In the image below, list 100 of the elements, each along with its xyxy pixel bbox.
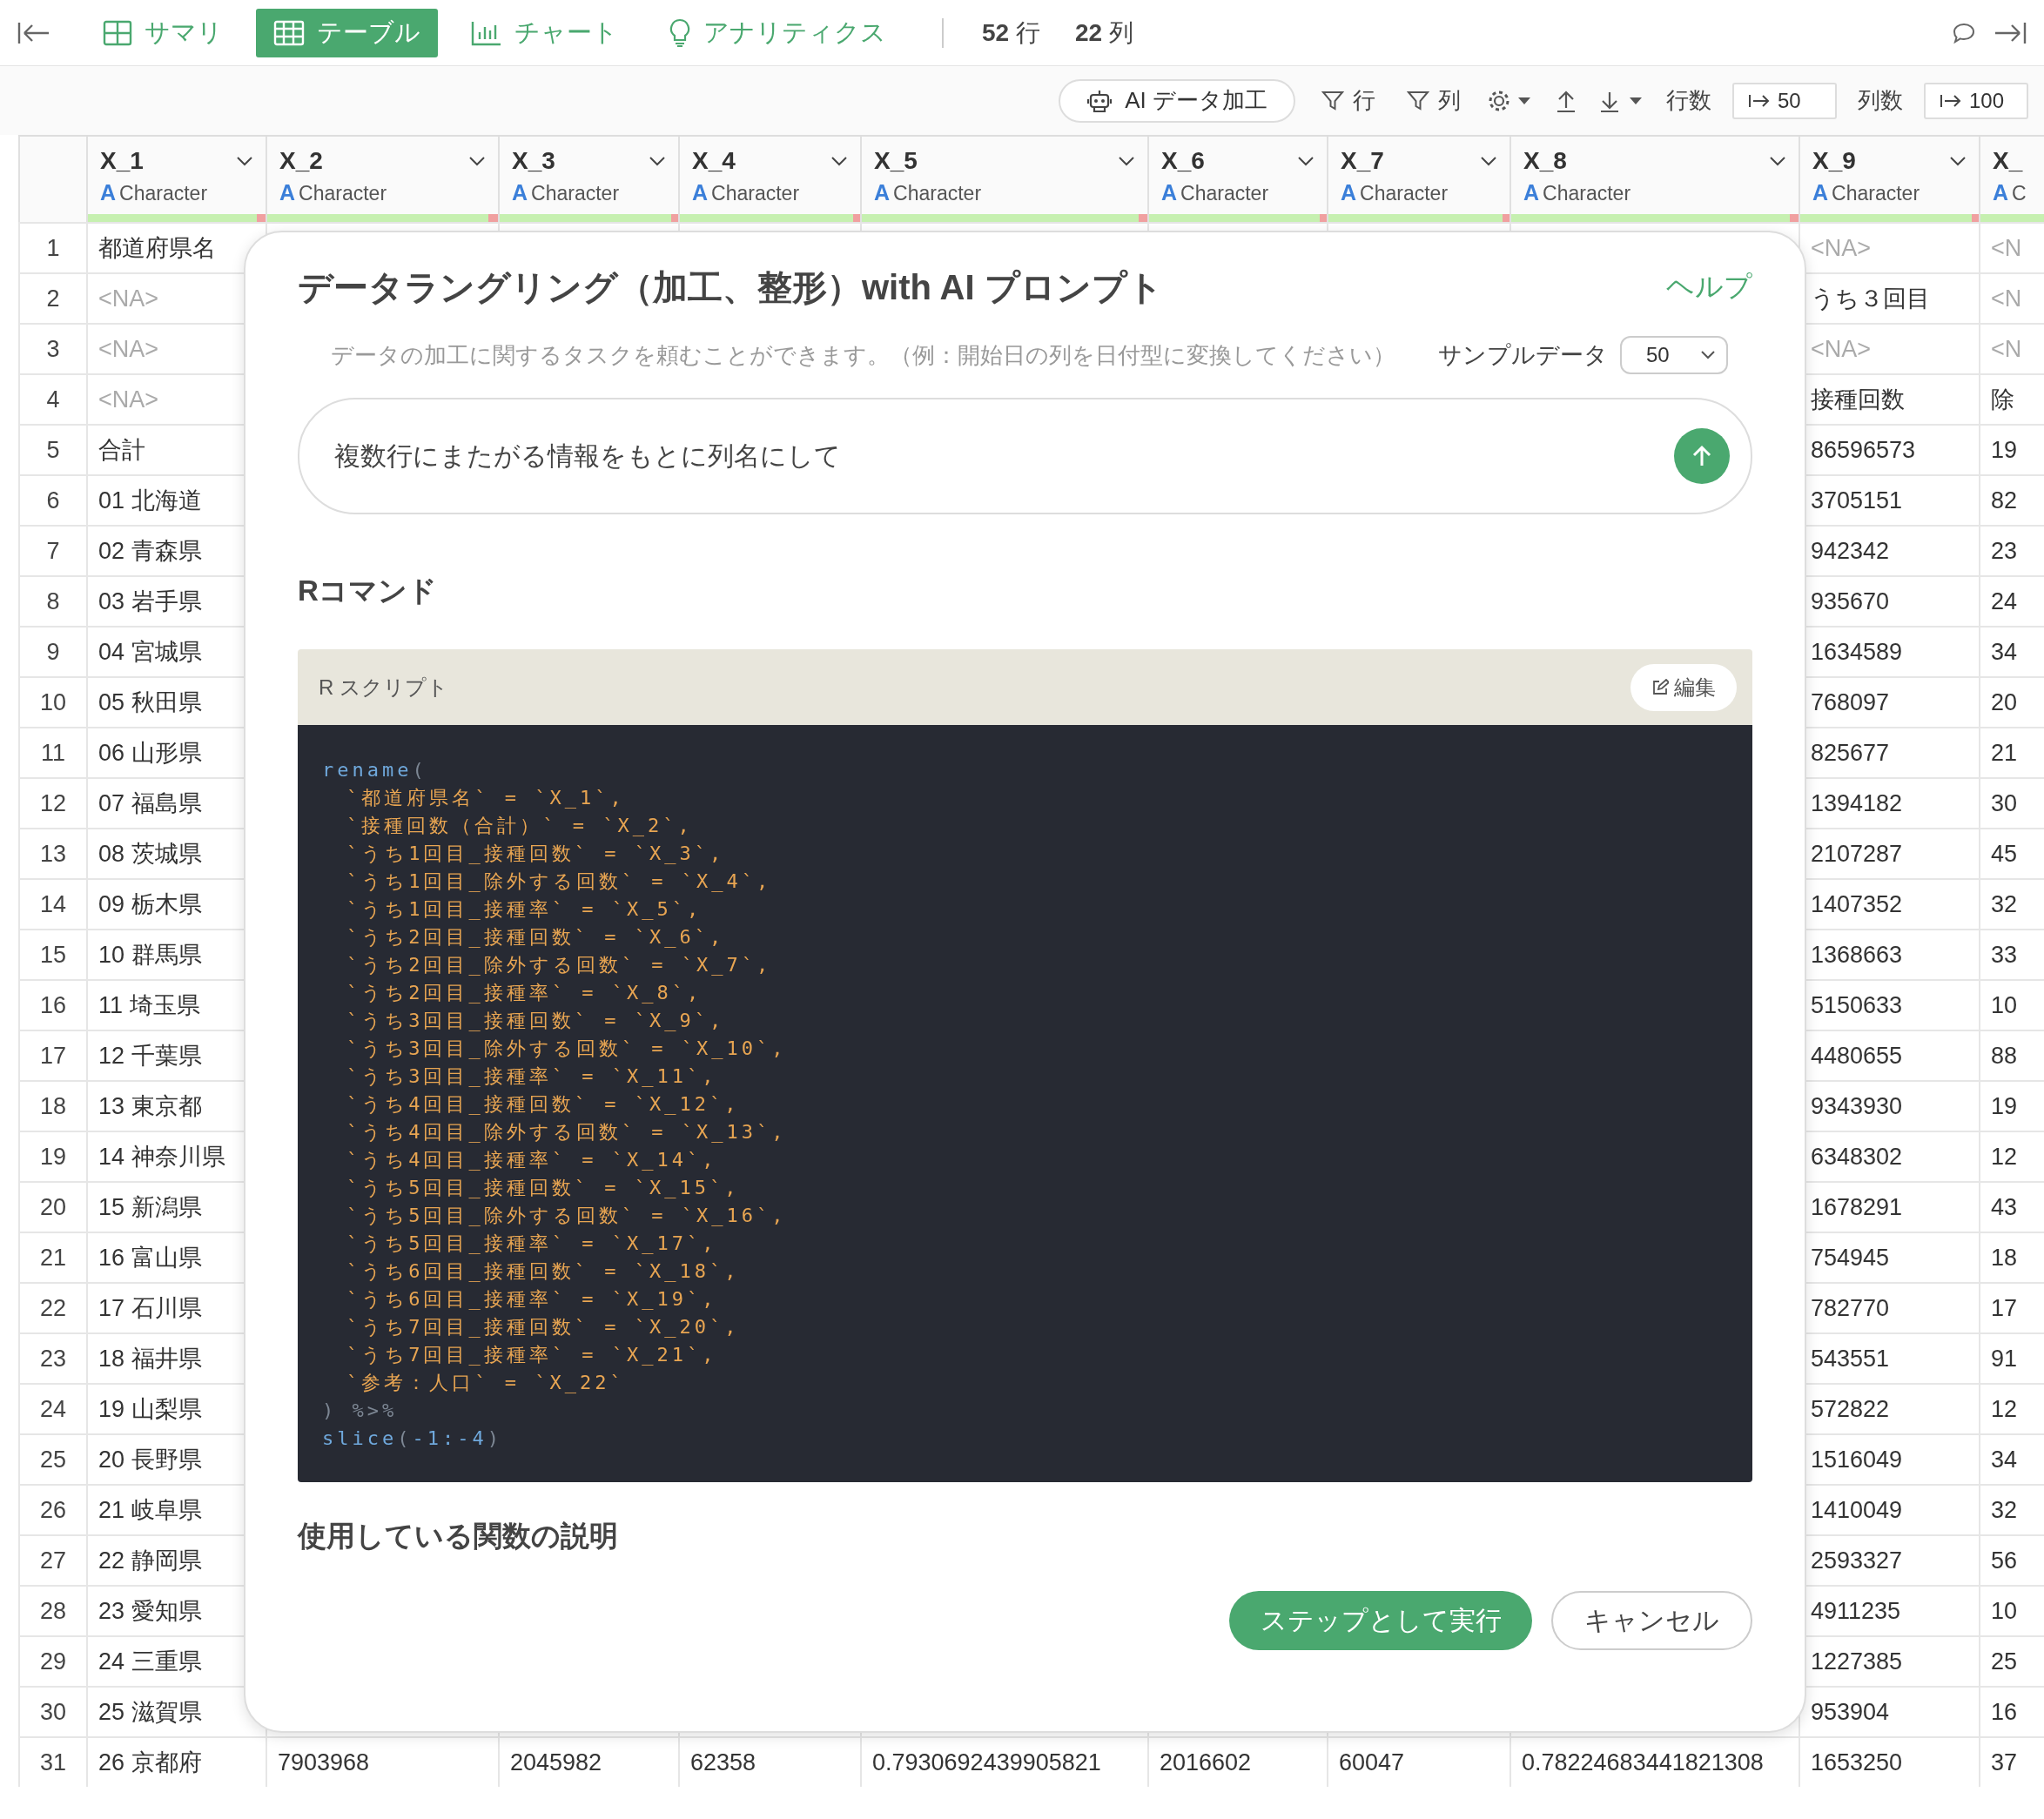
column-type: Character (119, 182, 208, 205)
column-name: X_2 (279, 147, 323, 175)
type-icon: A (100, 180, 117, 205)
ai-data-button[interactable]: AI データ加工 (1059, 78, 1295, 123)
chevron-down-icon[interactable] (236, 156, 253, 166)
row-number: 24 (18, 1383, 86, 1433)
code-line: `うち1回目_接種率` = `X_5`, (346, 897, 703, 922)
count-label: 52 行 (982, 17, 1040, 48)
column-name: X_8 (1523, 147, 1567, 175)
table-cell: 17 (1979, 1282, 2044, 1332)
table-cell: 21 (1979, 727, 2044, 777)
code-line: `うち4回目_接種回数` = `X_12`, (346, 1092, 741, 1117)
row-number: 15 (18, 929, 86, 979)
code-line: `うち2回目_除外する回数` = `X_7`, (346, 953, 773, 977)
table-cell: 34 (1979, 1433, 2044, 1484)
code-line: `うち3回目_接種回数` = `X_9`, (346, 1009, 726, 1033)
table-cell: 20 (1979, 676, 2044, 727)
table-cell: 26 京都府 (86, 1736, 266, 1787)
column-header[interactable]: X_2 A Character (266, 137, 498, 222)
row-number: 13 (18, 828, 86, 878)
prompt-field[interactable]: 複数行にまたがる情報をもとに列名にして (298, 398, 1752, 514)
column-header[interactable]: X_9 A Character (1799, 137, 1979, 222)
column-name: X_4 (692, 147, 736, 175)
chevron-down-icon[interactable] (1297, 156, 1314, 166)
lightbulb-icon (669, 17, 691, 48)
row-number: 6 (18, 474, 86, 525)
column-header[interactable]: X_4 A Character (678, 137, 860, 222)
edit-icon (1651, 678, 1669, 696)
column-name: X_3 (512, 147, 555, 175)
table-cell: 88 (1979, 1030, 2044, 1080)
description-text: データの加工に関するタスクを頼むことができます。（例：開始日の列を日付型に変換してください） (331, 340, 1396, 370)
table-cell: 33 (1979, 929, 2044, 979)
chevron-down-icon[interactable] (1769, 156, 1786, 166)
table-cell: 60047 (1327, 1736, 1509, 1787)
column-header[interactable]: X_8 A Character (1509, 137, 1799, 222)
table-icon (273, 19, 305, 46)
code-line: `うち4回目_接種率` = `X_14`, (346, 1148, 718, 1172)
table-cell: 12 (1979, 1383, 2044, 1433)
column-type: Character (1832, 182, 1920, 205)
arrow-up-icon (1691, 444, 1713, 468)
type-icon: A (1523, 180, 1540, 205)
code-line: `うち5回目_接種率` = `X_17`, (346, 1232, 718, 1256)
code-line: `うち1回目_除外する回数` = `X_4`, (346, 869, 773, 894)
column-name: X_ (1993, 147, 2023, 175)
row-number: 9 (18, 626, 86, 676)
table-cell: 45 (1979, 828, 2044, 878)
chevron-down-icon[interactable] (1118, 156, 1135, 166)
chevron-down-icon (1700, 350, 1716, 360)
row-count-field[interactable]: 50 (1732, 82, 1837, 119)
row-number: 23 (18, 1332, 86, 1383)
chevron-down-icon[interactable] (1949, 156, 1967, 166)
row-number: 26 (18, 1484, 86, 1534)
column-header[interactable]: X_3 A Character (498, 137, 678, 222)
type-icon: A (279, 180, 296, 205)
table-cell: 32 (1979, 878, 2044, 929)
table-cell: 91 (1979, 1332, 2044, 1383)
row-number: 8 (18, 575, 86, 626)
row-number: 20 (18, 1181, 86, 1232)
table-cell: 19 (1979, 1080, 2044, 1131)
table-cell: 32 (1979, 1484, 2044, 1534)
column-header[interactable]: X_7 A Character (1327, 137, 1509, 222)
column-header[interactable]: X_ A C (1979, 137, 2044, 222)
column-header[interactable]: X_1 A Character (86, 137, 266, 222)
column-header[interactable]: X_5 A Character (860, 137, 1147, 222)
edit-button[interactable]: 編集 (1630, 663, 1737, 711)
row-number: 21 (18, 1232, 86, 1282)
chevron-down-icon[interactable] (649, 156, 666, 166)
table-cell: <N (1979, 222, 2044, 272)
column-type: Character (1543, 182, 1631, 205)
table-cell: 除 (1979, 373, 2044, 424)
row-number: 1 (18, 222, 86, 272)
chevron-down-icon[interactable] (830, 156, 848, 166)
code-line: slice(-1:-4) (322, 1426, 503, 1451)
column-type: C (2012, 182, 2027, 205)
code-line: ) %>% (322, 1399, 399, 1423)
table-cell: 0.78224683441821308 (1509, 1736, 1799, 1787)
type-icon: A (1161, 180, 1178, 205)
code-line: `参考：人口` = `X_22` (346, 1371, 626, 1395)
code-line: `うち2回目_接種率` = `X_8`, (346, 981, 703, 1005)
sample-size-select[interactable]: 50 (1620, 336, 1728, 374)
column-name: X_6 (1161, 147, 1205, 175)
chevron-down-icon[interactable] (468, 156, 486, 166)
column-name: X_9 (1812, 147, 1856, 175)
table-cell: 34 (1979, 626, 2044, 676)
row-number: 27 (18, 1534, 86, 1585)
code-line: `うち7回目_接種回数` = `X_20`, (346, 1315, 741, 1339)
row-number: 31 (18, 1736, 86, 1787)
row-filter-button[interactable]: 行 (1316, 84, 1381, 117)
table-cell: 2016602 (1147, 1736, 1327, 1787)
column-count-field[interactable]: 100 (1924, 82, 2028, 119)
code-line: `うち4回目_除外する回数` = `X_13`, (346, 1120, 788, 1144)
comment-icon[interactable] (1952, 21, 1976, 44)
table-cell: <N (1979, 323, 2044, 373)
column-header[interactable]: X_6 A Character (1147, 137, 1327, 222)
code-line: `接種回数（合計）` = `X_2`, (346, 814, 694, 838)
chevron-down-icon[interactable] (1480, 156, 1497, 166)
code-line: `うち5回目_除外する回数` = `X_16`, (346, 1204, 788, 1228)
column-filter-button[interactable]: 列 (1402, 84, 1466, 117)
row-number: 5 (18, 424, 86, 474)
cancel-button[interactable]: キャンセル (1551, 1591, 1752, 1650)
